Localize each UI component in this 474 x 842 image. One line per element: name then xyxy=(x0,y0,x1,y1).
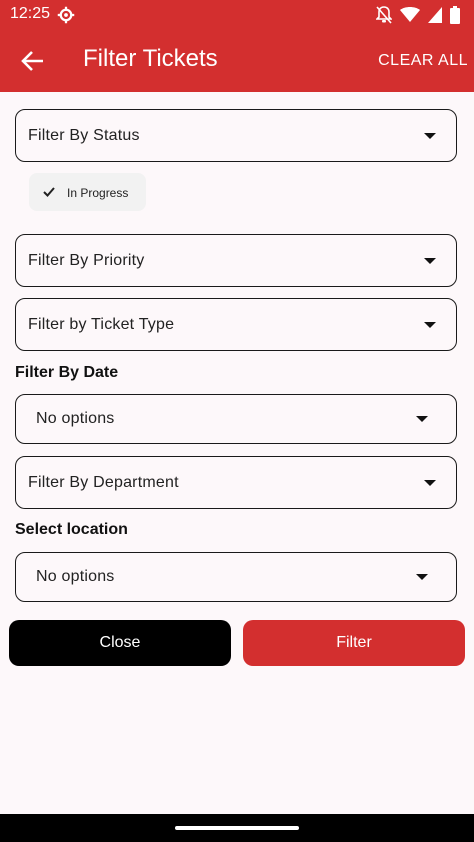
chevron-down-icon xyxy=(424,479,436,486)
chevron-down-icon xyxy=(424,321,436,328)
status-filter-dropdown[interactable]: Filter By Status xyxy=(15,109,457,162)
system-navigation-bar xyxy=(0,814,474,842)
status-filter-label: Filter By Status xyxy=(28,126,140,144)
status-icons xyxy=(376,6,460,24)
priority-filter-label: Filter By Priority xyxy=(28,251,145,269)
battery-icon xyxy=(450,6,460,24)
wifi-icon xyxy=(400,7,420,22)
back-arrow-icon[interactable] xyxy=(18,46,48,76)
status-bar: 12:25 xyxy=(0,0,474,30)
chevron-down-icon xyxy=(424,132,436,139)
date-filter-value: No options xyxy=(36,410,115,427)
settings-notification-icon xyxy=(57,6,75,24)
chevron-down-icon xyxy=(424,257,436,264)
department-filter-dropdown[interactable]: Filter By Department xyxy=(15,456,457,509)
chevron-down-icon xyxy=(416,574,428,580)
app-bar: 12:25 Filter Tickets CLEAR ALL xyxy=(0,0,474,92)
page-title: Filter Tickets xyxy=(83,45,218,72)
date-filter-dropdown[interactable]: No options xyxy=(15,394,457,444)
ticket-type-filter-label: Filter by Ticket Type xyxy=(28,315,175,333)
clear-all-button[interactable]: CLEAR ALL xyxy=(378,52,468,70)
chip-label: In Progress xyxy=(67,186,129,200)
notifications-off-icon xyxy=(376,6,392,24)
chevron-down-icon xyxy=(416,416,428,422)
priority-filter-dropdown[interactable]: Filter By Priority xyxy=(15,234,457,287)
location-filter-dropdown[interactable]: No options xyxy=(15,552,457,602)
signal-icon xyxy=(428,7,442,23)
filter-button[interactable]: Filter xyxy=(243,620,465,666)
location-section-label: Select location xyxy=(15,521,128,538)
date-section-label: Filter By Date xyxy=(15,364,119,381)
home-gesture-handle[interactable] xyxy=(175,826,299,830)
ticket-type-filter-dropdown[interactable]: Filter by Ticket Type xyxy=(15,298,457,351)
location-filter-value: No options xyxy=(36,568,115,585)
status-chip-in-progress[interactable]: In Progress xyxy=(29,173,146,211)
check-icon xyxy=(43,187,55,197)
close-button[interactable]: Close xyxy=(9,620,231,666)
department-filter-label: Filter By Department xyxy=(28,473,179,491)
status-time: 12:25 xyxy=(10,5,51,22)
